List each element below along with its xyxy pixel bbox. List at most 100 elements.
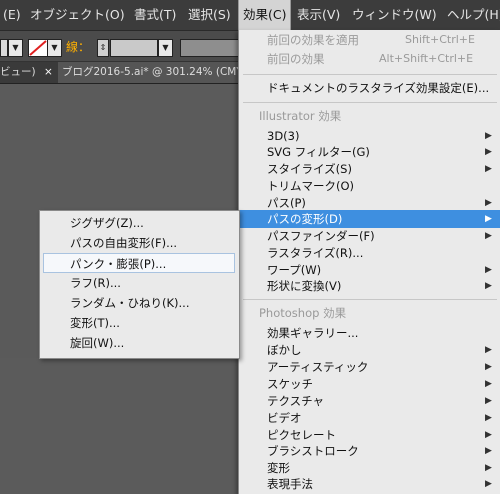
menu-object[interactable]: オブジェクト(O) [26,0,129,30]
submenu-item-free-distort[interactable]: パスの自由変形(F)... [40,233,239,253]
menu-item-label: ラスタライズ(R)... [267,246,364,260]
menu-item-texture[interactable]: テクスチャ ▶ [239,393,500,409]
menu-item-label: 変形(T)... [70,316,120,330]
menu-item-label: 形状に変換(V) [267,279,342,293]
menu-item-label: パスファインダー(F) [267,229,375,243]
section-header-illustrator: Illustrator 効果 [239,108,500,124]
menu-type[interactable]: 書式(T) [130,0,180,30]
menu-item-label: パスの変形(D) [267,212,343,226]
submenu-item-transform[interactable]: 変形(T)... [40,313,239,333]
stroke-none-swatch-icon[interactable] [28,39,48,57]
menu-item-path[interactable]: パス(P) ▶ [239,195,500,211]
submenu-item-roughen[interactable]: ラフ(R)... [40,273,239,293]
menu-item-label: 前回の効果を適用 [267,33,359,47]
menu-item-convert-to-shape[interactable]: 形状に変換(V) ▶ [239,278,500,294]
menu-item-video[interactable]: ビデオ ▶ [239,410,500,426]
submenu-arrow-icon: ▶ [485,479,492,489]
menu-divider [243,102,497,103]
menu-item-pathfinder[interactable]: パスファインダー(F) ▶ [239,228,500,244]
fill-swatch[interactable] [0,39,8,57]
submenu-item-pucker-bloat[interactable]: パンク・膨張(P)... [43,253,235,273]
menu-divider [243,299,497,300]
menu-divider [243,74,497,75]
menu-item-crop-marks[interactable]: トリムマーク(O) [239,178,500,194]
menu-item-label: ピクセレート [267,428,336,442]
shortcut-label: Shift+Ctrl+E [405,33,475,46]
artboard-canvas[interactable] [0,84,240,210]
menu-item-label: 3D(3) [267,129,300,143]
submenu-arrow-icon: ▶ [485,413,492,423]
menu-item-label: 前回の効果 [267,52,325,66]
submenu-arrow-icon: ▶ [485,198,492,208]
submenu-arrow-icon: ▶ [485,379,492,389]
menu-select[interactable]: 選択(S) [184,0,235,30]
menu-item-label: 表現手法 [267,477,313,491]
menu-item-label: テクスチャ [267,394,325,408]
menu-item-label: 変形 [267,461,290,475]
menu-item-distort-transform[interactable]: パスの変形(D) ▶ [239,210,500,228]
menu-item-label: アーティスティック [267,360,369,374]
submenu-arrow-icon: ▶ [485,281,492,291]
menu-item-label: パス(P) [267,196,306,210]
menu-item-label: パンク・膨張(P)... [70,257,167,271]
submenu-arrow-icon: ▶ [485,131,492,141]
menu-bar: (E) オブジェクト(O) 書式(T) 選択(S) 効果(C) 表示(V) ウィ… [0,0,500,31]
menu-item-last-effect[interactable]: 前回の効果 Alt+Shift+Ctrl+E [239,51,500,67]
stroke-dropdown-icon[interactable]: ▼ [47,39,62,57]
menu-item-rasterize[interactable]: ラスタライズ(R)... [239,245,500,261]
submenu-arrow-icon: ▶ [485,164,492,174]
submenu-arrow-icon: ▶ [485,214,492,224]
menu-item-warp[interactable]: ワープ(W) ▶ [239,262,500,278]
submenu-item-twist[interactable]: 旋回(W)... [40,333,239,353]
artboard-canvas-lower[interactable] [0,358,238,494]
menu-item-artistic[interactable]: アーティスティック ▶ [239,359,500,375]
effect-menu-dropdown: 前回の効果を適用 Shift+Ctrl+E 前回の効果 Alt+Shift+Ct… [238,30,500,494]
menu-item-effect-gallery[interactable]: 効果ギャラリー... [239,325,500,341]
stroke-weight-label: 線： [66,40,91,54]
menu-effect[interactable]: 効果(C) [238,0,292,30]
menu-edit[interactable]: (E) [0,0,25,30]
menu-help[interactable]: ヘルプ(H) [443,0,500,30]
submenu-arrow-icon: ▶ [485,463,492,473]
control-bar: ▼ ▼ 線： ⇕ ▼ [0,31,241,62]
document-tab-bar: ビュー) × ブログ2016-5.ai* @ 301.24% (CMYK/ [0,62,244,84]
menu-item-distort[interactable]: 変形 ▶ [239,460,500,476]
menu-item-blur[interactable]: ぼかし ▶ [239,342,500,358]
menu-item-label: ビデオ [267,411,302,425]
menu-item-stylize-photoshop[interactable]: 表現手法 ▶ [239,476,500,492]
fill-dropdown-icon[interactable]: ▼ [8,39,23,57]
menu-item-pixelate[interactable]: ピクセレート ▶ [239,427,500,443]
tab-previous[interactable]: ビュー) [0,62,36,83]
menu-window[interactable]: ウィンドウ(W) [348,0,441,30]
stroke-weight-field[interactable] [110,39,158,57]
distort-transform-submenu: ジグザグ(Z)... パスの自由変形(F)... パンク・膨張(P)... ラフ… [39,210,240,359]
stroke-stepper-icon[interactable]: ⇕ [97,39,109,57]
menu-item-label: トリムマーク(O) [267,179,355,193]
menu-view[interactable]: 表示(V) [293,0,344,30]
menu-item-label: ラフ(R)... [70,276,121,290]
menu-item-stylize[interactable]: スタイライズ(S) ▶ [239,161,500,177]
submenu-arrow-icon: ▶ [485,265,492,275]
menu-item-label: パスの自由変形(F)... [70,236,178,250]
no-stroke-icon [29,40,47,56]
menu-item-apply-last-effect[interactable]: 前回の効果を適用 Shift+Ctrl+E [239,32,500,48]
close-icon[interactable]: × [44,62,53,83]
submenu-arrow-icon: ▶ [485,231,492,241]
stroke-weight-dropdown-icon[interactable]: ▼ [158,39,173,57]
menu-item-label: ランダム・ひねり(K)... [70,296,190,310]
menu-item-label: ドキュメントのラスタライズ効果設定(E)... [267,81,490,95]
tab-document[interactable]: ブログ2016-5.ai* @ 301.24% (CMYK/ [58,62,244,83]
submenu-item-tweak[interactable]: ランダム・ひねり(K)... [40,293,239,313]
section-header-label: Photoshop 効果 [259,306,347,320]
menu-item-label: ワープ(W) [267,263,322,277]
menu-item-label: ぼかし [267,343,302,357]
section-header-label: Illustrator 効果 [259,109,342,123]
menu-item-brush-strokes[interactable]: ブラシストローク ▶ [239,443,500,459]
menu-item-3d[interactable]: 3D(3) ▶ [239,128,500,144]
variable-width-profile[interactable] [180,39,241,57]
submenu-item-zig-zag[interactable]: ジグザグ(Z)... [40,213,239,233]
menu-item-svg-filters[interactable]: SVG フィルター(G) ▶ [239,144,500,160]
menu-item-document-raster-settings[interactable]: ドキュメントのラスタライズ効果設定(E)... [239,80,500,96]
menu-item-sketch[interactable]: スケッチ ▶ [239,376,500,392]
submenu-arrow-icon: ▶ [485,446,492,456]
